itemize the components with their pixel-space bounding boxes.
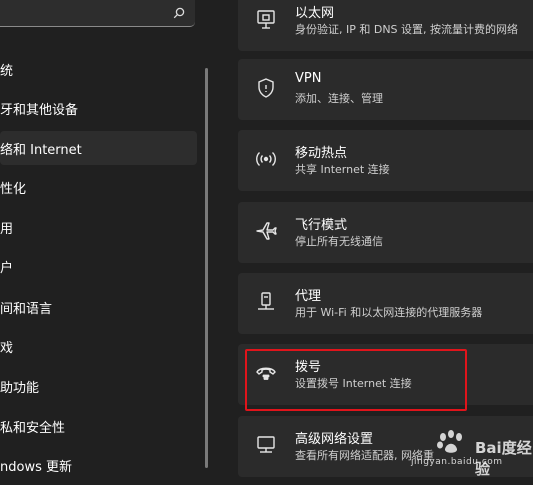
ethernet-subtitle: 身份验证, IP 和 DNS 设置, 按流量计费的网络	[295, 23, 519, 36]
ethernet-card[interactable]: 以太网 身份验证, IP 和 DNS 设置, 按流量计费的网络	[238, 0, 533, 51]
nav-item-network-internet[interactable]: 络和 Internet	[0, 131, 197, 165]
paw-icon	[437, 430, 462, 453]
advanced-network-icon	[254, 433, 278, 457]
nav-item-apps[interactable]: 用	[0, 210, 13, 244]
nav-item-system[interactable]: 统	[0, 52, 13, 86]
sidebar-scrollbar[interactable]	[205, 68, 208, 468]
nav-item-privacy-security[interactable]: 私和安全性	[0, 409, 65, 443]
airplane-icon	[254, 219, 278, 243]
proxy-icon	[254, 290, 278, 314]
hotspot-icon	[254, 147, 278, 171]
mobile-hotspot-subtitle: 共享 Internet 连接	[295, 163, 390, 176]
search-input[interactable]	[0, 0, 195, 27]
airplane-mode-card[interactable]: 飞行模式 停止所有无线通信	[238, 202, 533, 263]
airplane-mode-title: 飞行模式	[295, 218, 348, 233]
nav-item-windows-update[interactable]: ndows 更新	[0, 448, 72, 482]
nav-item-time-language[interactable]: 间和语言	[0, 290, 52, 324]
baidu-watermark: Bai度经验 jingyan.baidu.com	[405, 425, 533, 478]
vpn-subtitle: 添加、连接、管理	[295, 92, 383, 105]
proxy-card[interactable]: 代理 用于 Wi-Fi 和以太网连接的代理服务器	[238, 273, 533, 334]
vpn-title: VPN	[295, 71, 322, 86]
nav-item-gaming[interactable]: 戏	[0, 329, 13, 363]
vpn-card[interactable]: VPN 添加、连接、管理	[238, 59, 533, 120]
nav-item-accounts[interactable]: 户	[0, 249, 13, 283]
highlight-box	[245, 349, 467, 411]
watermark-url: jingyan.baidu.com	[411, 457, 503, 467]
mobile-hotspot-title: 移动热点	[295, 146, 348, 161]
nav-item-accessibility[interactable]: 助功能	[0, 369, 39, 403]
search-icon	[173, 4, 185, 23]
mobile-hotspot-card[interactable]: 移动热点 共享 Internet 连接	[238, 130, 533, 191]
nav-item-bluetooth-devices[interactable]: 牙和其他设备	[0, 91, 78, 125]
ethernet-icon	[254, 7, 278, 31]
proxy-title: 代理	[295, 289, 322, 304]
shield-icon	[254, 76, 278, 100]
nav-item-personalization[interactable]: 性化	[0, 170, 26, 204]
advanced-network-title: 高级网络设置	[295, 432, 374, 447]
proxy-subtitle: 用于 Wi-Fi 和以太网连接的代理服务器	[295, 306, 483, 319]
airplane-mode-subtitle: 停止所有无线通信	[295, 235, 383, 248]
ethernet-title: 以太网	[295, 6, 335, 21]
